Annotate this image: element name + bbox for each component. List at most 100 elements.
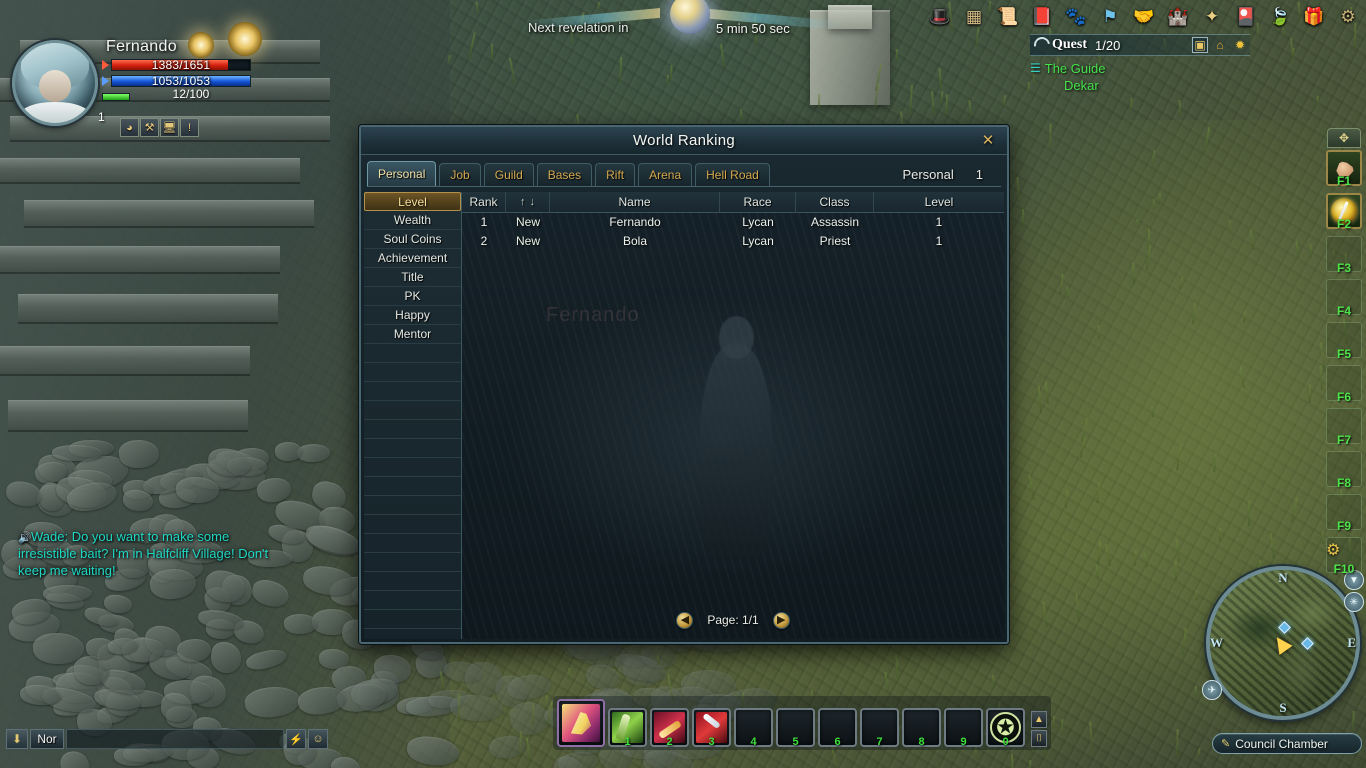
- handshake-icon[interactable]: 🤝: [1128, 1, 1160, 31]
- fkey-slot-f3[interactable]: F3: [1326, 236, 1362, 275]
- pet-paw-icon[interactable]: 🐾: [1060, 1, 1092, 31]
- action-slot-9[interactable]: 9: [944, 708, 983, 748]
- fkey-rail-handle[interactable]: ✥: [1327, 128, 1361, 148]
- action-slot-0[interactable]: ✪ 0: [986, 708, 1025, 748]
- mount-slot[interactable]: [557, 699, 605, 747]
- tab-guild[interactable]: Guild: [483, 163, 534, 186]
- action-slot-list[interactable]: 1 2 3 4 5 6 7 8 9 ✪ 0: [608, 708, 1025, 748]
- fkey-slot-list[interactable]: F1 F2 F3 F4 F5 F6 F7 F8 F9 F10: [1324, 150, 1364, 576]
- minimap-compass-button[interactable]: ✳: [1344, 592, 1364, 612]
- tab-bases[interactable]: Bases: [536, 163, 593, 186]
- ranking-category-mentor[interactable]: Mentor: [364, 325, 461, 344]
- next-page-button[interactable]: ▶: [772, 611, 790, 629]
- sort-ascending-icon[interactable]: ↑: [520, 192, 526, 213]
- chat-bar[interactable]: ⬇ Nor ⚡ ☺: [6, 728, 328, 750]
- chat-input[interactable]: [66, 729, 284, 749]
- character-portrait[interactable]: [12, 40, 98, 126]
- table-body[interactable]: 1 New Fernando Lycan Assassin 1 2 New Bola Lycan P…: [462, 213, 1004, 251]
- column-header-rank[interactable]: Rank: [462, 191, 506, 213]
- action-slot-6[interactable]: 6: [818, 708, 857, 748]
- ranking-table[interactable]: Rank ↑ ↓ Name Race Class Level 1 New Ferna…: [462, 191, 1004, 251]
- top-icon-bar[interactable]: 🎩 ▦ 📜 📕 🐾 ⚑ 🤝 🏰 ✦ 🎴 🍃 🎁 ⚙: [924, 0, 1364, 32]
- fkey-slot-f6[interactable]: F6: [1326, 365, 1362, 404]
- ranking-category-happy[interactable]: Happy: [364, 306, 461, 325]
- world-ranking-tab-bar[interactable]: Personal Job Guild Bases Rift Arena Hell Road …: [367, 159, 1001, 187]
- function-key-rail[interactable]: ✥ F1 F2 F3 F4 F5 F6 F7 F8 F9 F10: [1324, 128, 1364, 580]
- hud-button-row[interactable]: ◕ ⚒ 🖥!: [120, 118, 199, 137]
- chat-scroll-button[interactable]: ⬇: [6, 729, 28, 749]
- tab-arena[interactable]: Arena: [638, 163, 693, 186]
- action-bar-side-buttons[interactable]: ▲ ⌷: [1031, 711, 1047, 747]
- tab-hell-road[interactable]: Hell Road: [695, 163, 770, 186]
- quest-entry[interactable]: ☰ The Guide: [1030, 61, 1250, 76]
- ranking-category-level[interactable]: Level: [364, 192, 461, 211]
- pagination[interactable]: ◀ Page: 1/1 ▶: [462, 609, 1004, 631]
- quickbar-gear-icon[interactable]: ⚙: [1326, 540, 1360, 574]
- ranking-category-sidebar[interactable]: Level Wealth Soul Coins Achievement Title PK H…: [364, 192, 462, 639]
- prev-page-button[interactable]: ◀: [676, 611, 694, 629]
- fkey-slot-f1[interactable]: F1: [1326, 150, 1362, 188]
- system-button[interactable]: 🖥: [160, 118, 179, 137]
- column-header-race[interactable]: Race: [720, 191, 796, 213]
- treasure-chest-icon[interactable]: ▦: [958, 1, 990, 31]
- settings-gear-icon[interactable]: ⚙: [1332, 1, 1364, 31]
- fkey-slot-f7[interactable]: F7: [1326, 408, 1362, 447]
- bar-expand-button[interactable]: ▲: [1031, 711, 1047, 728]
- fkey-slot-f4[interactable]: F4: [1326, 279, 1362, 318]
- location-bar[interactable]: ✎ Council Chamber: [1212, 733, 1362, 754]
- quest-header-icons[interactable]: ▣ ⌂ ✹: [1192, 37, 1250, 53]
- column-header-level[interactable]: Level: [874, 192, 1004, 213]
- fkey-slot-f2[interactable]: F2: [1326, 193, 1362, 231]
- action-slot-2[interactable]: 2: [650, 708, 689, 748]
- scroll-icon[interactable]: 📜: [992, 1, 1024, 31]
- world-ranking-window[interactable]: World Ranking ✕ Personal Job Guild Bases Rif…: [359, 125, 1009, 644]
- stats-button[interactable]: ◕: [120, 118, 139, 137]
- quest-minimize-icon[interactable]: ▣: [1192, 37, 1208, 53]
- minimap[interactable]: N E S W ▼ ✳ ✈: [1202, 566, 1364, 720]
- action-slot-7[interactable]: 7: [860, 708, 899, 748]
- quest-home-icon[interactable]: ⌂: [1212, 37, 1228, 53]
- world-ranking-title-bar[interactable]: World Ranking ✕: [361, 127, 1007, 155]
- ranking-category-soul-coins[interactable]: Soul Coins: [364, 230, 461, 249]
- chat-emote-icon[interactable]: ⚡: [286, 729, 306, 749]
- close-icon[interactable]: ✕: [979, 131, 997, 149]
- tab-list[interactable]: Personal Job Guild Bases Rift Arena Hell Road: [367, 161, 770, 186]
- table-row[interactable]: 2 New Bola Lycan Priest 1: [462, 232, 1004, 251]
- castle-icon[interactable]: 🏰: [1162, 1, 1194, 31]
- action-slot-4[interactable]: 4: [734, 708, 773, 748]
- tab-personal[interactable]: Personal: [367, 161, 437, 186]
- action-slot-8[interactable]: 8: [902, 708, 941, 748]
- chat-smiley-icon[interactable]: ☺: [308, 729, 328, 749]
- ranking-category-pk[interactable]: PK: [364, 287, 461, 306]
- star-badge-icon[interactable]: ✦: [1196, 1, 1228, 31]
- craft-button[interactable]: ⚒: [140, 118, 159, 137]
- ranking-category-achievement[interactable]: Achievement: [364, 249, 461, 268]
- fkey-slot-f9[interactable]: F9: [1326, 494, 1362, 533]
- card-icon[interactable]: 🎴: [1230, 1, 1262, 31]
- bar-lock-button[interactable]: ⌷: [1031, 730, 1047, 747]
- alert-button[interactable]: !: [180, 118, 199, 137]
- gift-icon[interactable]: 🎁: [1298, 1, 1330, 31]
- spellbook-icon[interactable]: 📕: [1026, 1, 1058, 31]
- column-header-sort[interactable]: ↑ ↓: [506, 191, 550, 213]
- leaf-icon[interactable]: 🍃: [1264, 1, 1296, 31]
- sort-descending-icon[interactable]: ↓: [530, 192, 536, 213]
- column-header-class[interactable]: Class: [796, 191, 874, 213]
- wizard-hat-icon[interactable]: 🎩: [924, 1, 956, 31]
- minimap-mark-button[interactable]: ✈: [1202, 680, 1222, 700]
- chat-channel-selector[interactable]: Nor: [30, 729, 64, 749]
- ranking-category-wealth[interactable]: Wealth: [364, 211, 461, 230]
- quest-settings-icon[interactable]: ✹: [1232, 37, 1248, 53]
- flag-icon[interactable]: ⚑: [1094, 1, 1126, 31]
- action-bar[interactable]: 1 2 3 4 5 6 7 8 9 ✪ 0 ▲ ⌷: [553, 696, 1051, 750]
- action-slot-3[interactable]: 3: [692, 708, 731, 748]
- tab-job[interactable]: Job: [439, 163, 481, 186]
- fkey-slot-f8[interactable]: F8: [1326, 451, 1362, 490]
- tab-rift[interactable]: Rift: [595, 163, 636, 186]
- column-header-name[interactable]: Name: [550, 191, 720, 213]
- action-slot-1[interactable]: 1: [608, 708, 647, 748]
- ranking-category-title[interactable]: Title: [364, 268, 461, 287]
- fkey-slot-f5[interactable]: F5: [1326, 322, 1362, 361]
- minimap-ring[interactable]: [1206, 566, 1360, 720]
- action-slot-5[interactable]: 5: [776, 708, 815, 748]
